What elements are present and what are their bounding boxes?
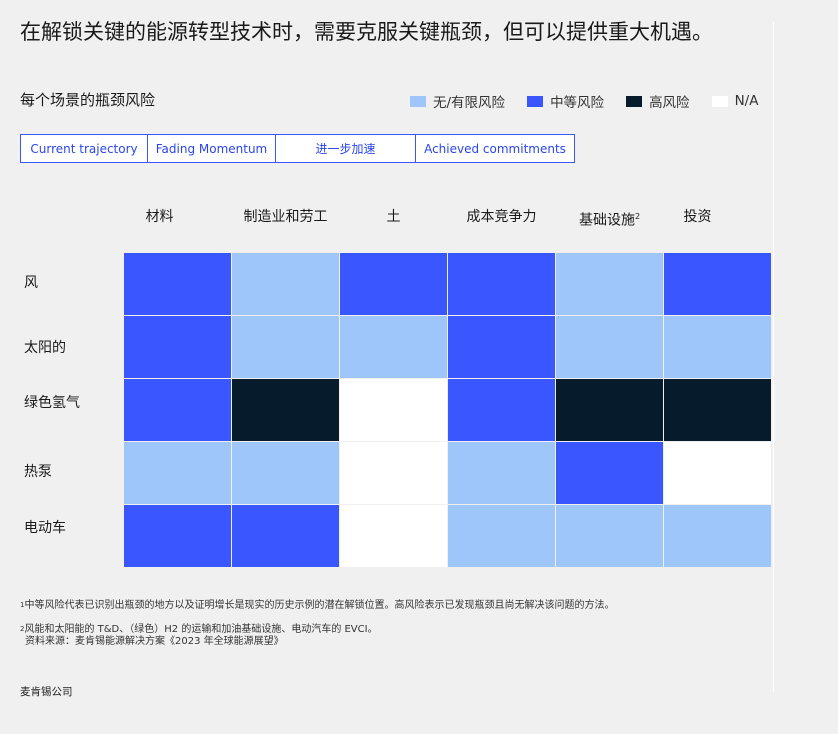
heatmap-cell	[664, 442, 771, 504]
heatmap-cell	[340, 379, 447, 441]
legend-label-high: 高风险	[649, 95, 690, 111]
heatmap-cell	[556, 442, 663, 504]
heatmap-cell	[124, 253, 231, 315]
legend: 无/有限风险 中等风险 高风险 N/A	[410, 91, 758, 111]
footnote-1-text: 中等风险代表已识别出瓶颈的地方以及证明增长是现实的历史示例的潜在解锁位置。高风险…	[24, 600, 615, 611]
page-title: 在解锁关键的能源转型技术时，需要克服关键瓶颈，但可以提供重大机遇。	[20, 20, 713, 44]
legend-item-medium: 中等风险	[527, 91, 604, 111]
footnote-2-mark: 2	[20, 625, 25, 633]
heatmap-cell	[448, 505, 555, 567]
footnote-1: 1中等风险代表已识别出瓶颈的地方以及证明增长是现实的历史示例的潜在解锁位置。高风…	[20, 600, 614, 612]
source-credit: 麦肯锡公司	[20, 686, 73, 698]
column-header: 成本竞争力	[466, 209, 537, 225]
heatmap-cell	[664, 253, 771, 315]
source-line: 资料来源：麦肯锡能源解决方案《2023 年全球能源展望》	[25, 636, 284, 647]
heatmap-cell	[340, 442, 447, 504]
legend-swatch-low	[410, 95, 426, 107]
column-header-footnote-mark: 2	[634, 212, 641, 221]
heatmap-cell	[340, 316, 447, 378]
heatmap-cell	[664, 316, 771, 378]
legend-item-high: 高风险	[626, 91, 690, 111]
chart-subtitle: 每个场景的瓶颈风险	[20, 91, 156, 109]
legend-label-medium: 中等风险	[550, 95, 605, 111]
legend-swatch-high	[626, 95, 643, 107]
row-header: 太阳的	[24, 340, 66, 356]
heatmap-cell	[448, 316, 555, 378]
heatmap-cell	[232, 253, 339, 315]
tab-further-acceleration[interactable]: 进一步加速	[276, 135, 416, 162]
tab-achieved-commitments[interactable]: Achieved commitments	[416, 135, 574, 162]
heatmap-cell	[232, 505, 339, 567]
footnote-2-text: 风能和太阳能的 T&D、（绿色）H2 的运输和加油基础设施、电动汽车的 EVCI…	[24, 624, 378, 635]
column-header: 投资	[683, 209, 712, 225]
frame-divider	[773, 22, 774, 692]
heatmap-cell	[556, 379, 663, 441]
row-header: 绿色氢气	[24, 395, 80, 411]
legend-swatch-medium	[527, 95, 544, 107]
legend-swatch-na	[711, 95, 728, 107]
legend-label-na: N/A	[734, 93, 759, 109]
tab-current-trajectory[interactable]: Current trajectory	[21, 135, 148, 162]
legend-item-low: 无/有限风险	[410, 91, 505, 111]
heatmap-cell	[556, 253, 663, 315]
heatmap-cell	[232, 379, 339, 441]
footnote-2: 2风能和太阳能的 T&D、（绿色）H2 的运输和加油基础设施、电动汽车的 EVC…	[20, 624, 378, 636]
row-header: 热泵	[24, 464, 52, 480]
heatmap-cell	[232, 316, 339, 378]
heatmap-cell	[232, 442, 339, 504]
row-header: 电动车	[24, 520, 66, 536]
heatmap-cell	[664, 505, 771, 567]
tab-fading-momentum[interactable]: Fading Momentum	[148, 135, 276, 162]
heatmap-cell	[664, 379, 771, 441]
heatmap-cell	[124, 379, 231, 441]
footnote-1-mark: 1	[20, 601, 25, 609]
legend-label-low: 无/有限风险	[433, 95, 506, 111]
heatmap-cell	[448, 379, 555, 441]
heatmap-cell	[124, 316, 231, 378]
heatmap-cell	[556, 316, 663, 378]
heatmap-cell	[124, 442, 231, 504]
heatmap-cell	[448, 442, 555, 504]
legend-item-na: N/A	[711, 93, 759, 109]
heatmap-cell	[448, 253, 555, 315]
scenario-tabs: Current trajectory Fading Momentum 进一步加速…	[20, 134, 575, 163]
column-header: 材料	[145, 209, 174, 225]
heatmap-cell	[124, 505, 231, 567]
heatmap-cell	[340, 505, 447, 567]
heatmap-cell	[340, 253, 447, 315]
column-header: 土	[386, 209, 401, 225]
row-header: 风	[24, 275, 38, 291]
heatmap-cell	[556, 505, 663, 567]
column-header: 制造业和劳工	[243, 209, 328, 225]
